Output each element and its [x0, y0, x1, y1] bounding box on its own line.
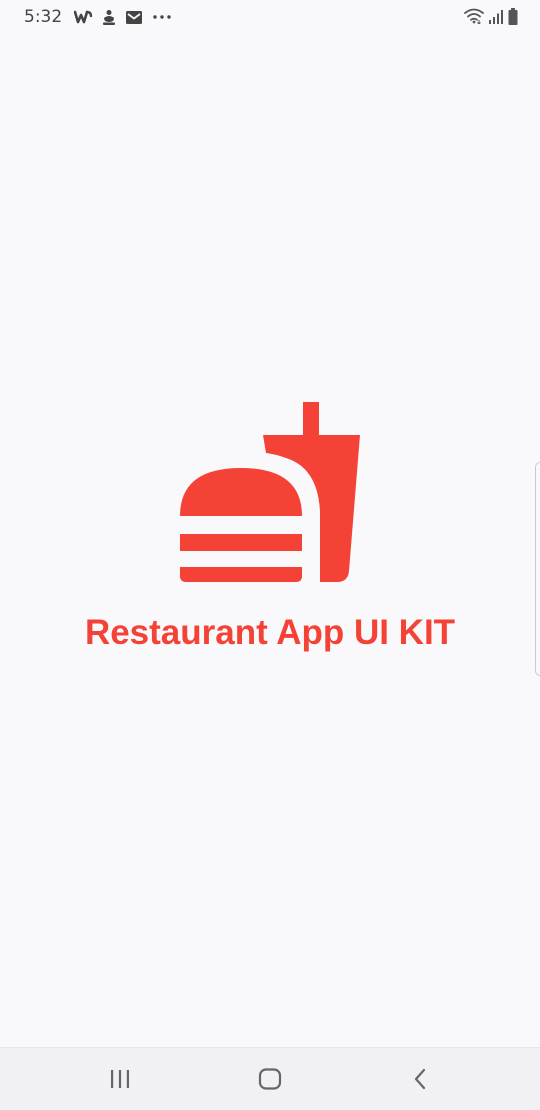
recent-apps-icon [109, 1069, 131, 1089]
home-button[interactable] [248, 1062, 292, 1096]
navigation-bar [0, 1047, 540, 1110]
more-dots-icon [152, 14, 172, 20]
recent-apps-button[interactable] [98, 1062, 142, 1096]
mail-icon [125, 10, 143, 25]
burger-and-drink-icon [179, 402, 361, 584]
back-icon [412, 1068, 428, 1090]
notification-app-icon [102, 9, 116, 26]
status-bar: 5:32 [0, 0, 540, 34]
app-title: Restaurant App UI KIT [84, 613, 456, 652]
wattpad-icon [74, 9, 93, 25]
signal-icon [488, 9, 504, 24]
battery-icon [508, 7, 518, 25]
status-icons-right [464, 7, 518, 25]
status-time: 5:32 [24, 7, 63, 27]
back-button[interactable] [398, 1062, 442, 1096]
home-icon [258, 1068, 282, 1090]
status-icons-left [74, 8, 172, 26]
wifi-icon [464, 8, 484, 24]
